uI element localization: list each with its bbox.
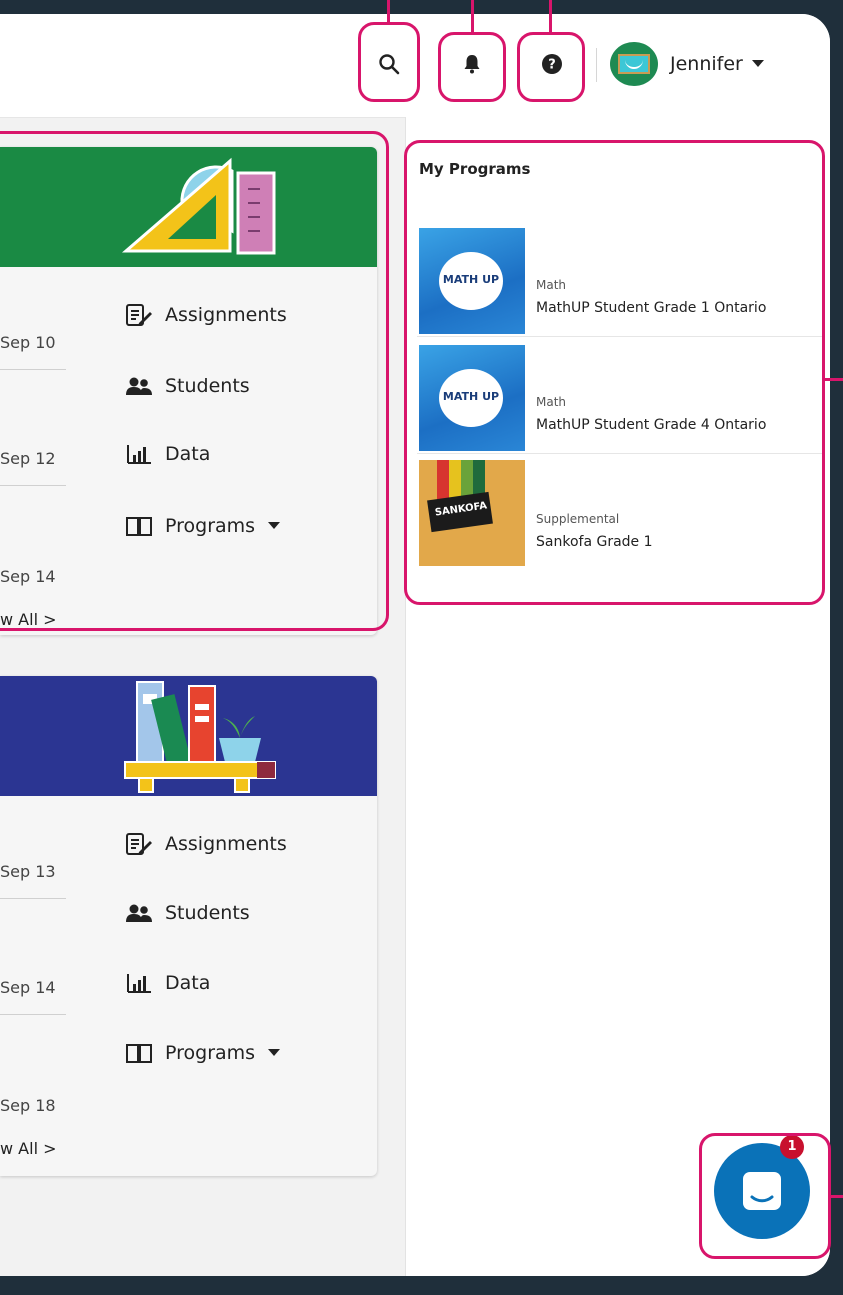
class-card: Sep 13 Sep 14 Sep 18 w All > Assignments… — [0, 676, 377, 1176]
my-programs-title: My Programs — [419, 160, 531, 178]
callout-line — [830, 1195, 843, 1198]
program-item[interactable]: SANKOFA Supplemental Sankofa Grade 1 — [417, 460, 822, 568]
callout-line — [387, 0, 390, 22]
callout-line — [549, 0, 552, 34]
nav-data-label: Data — [165, 972, 211, 994]
mathup-logo-text: MATH UP — [442, 273, 500, 286]
program-item[interactable]: MATH UP Math MathUP Student Grade 4 Onta… — [417, 345, 822, 454]
nav-students[interactable]: Students — [125, 902, 250, 924]
user-name: Jennifer — [670, 53, 743, 75]
help-button[interactable]: ? — [521, 36, 583, 92]
nav-students-label: Students — [165, 375, 250, 397]
program-category: Math — [536, 278, 567, 292]
due-date: Sep 14 — [0, 978, 66, 1015]
nav-data[interactable]: Data — [125, 443, 210, 465]
callout-line — [824, 378, 843, 381]
bell-icon — [464, 55, 480, 74]
top-bar: ? Jennifer — [0, 14, 830, 118]
nav-programs-label: Programs — [165, 515, 256, 537]
program-item[interactable]: MATH UP Math MathUP Student Grade 1 Onta… — [417, 228, 822, 337]
chat-icon — [743, 1172, 781, 1210]
chevron-down-icon — [268, 522, 281, 529]
nav-assignments-label: Assignments — [165, 833, 287, 855]
book-icon — [126, 1044, 152, 1063]
assignment-icon — [126, 833, 152, 855]
due-date: Sep 18 — [0, 1096, 56, 1115]
bookshelf-illustration — [124, 681, 276, 793]
app-window: ? Jennifer Sep 10 Sep 12 Sep 14 w All > … — [0, 14, 830, 1276]
avatar — [610, 42, 658, 86]
chat-badge: 1 — [780, 1135, 804, 1159]
search-button[interactable] — [362, 36, 416, 92]
search-icon — [379, 54, 400, 75]
nav-students[interactable]: Students — [125, 375, 250, 397]
chevron-down-icon — [751, 60, 764, 67]
nav-students-label: Students — [165, 902, 250, 924]
nav-assignments[interactable]: Assignments — [125, 303, 287, 327]
program-category: Supplemental — [536, 512, 620, 526]
view-all-link[interactable]: w All > — [0, 610, 57, 629]
nav-programs[interactable]: Programs — [125, 1042, 281, 1064]
program-name: MathUP Student Grade 4 Ontario — [536, 417, 767, 433]
mathup-logo-text: MATH UP — [442, 390, 500, 403]
due-date: Sep 14 — [0, 567, 56, 586]
due-date: Sep 13 — [0, 862, 66, 899]
view-all-link[interactable]: w All > — [0, 1139, 57, 1158]
card-header — [0, 676, 377, 796]
help-icon: ? — [542, 54, 562, 74]
program-category: Math — [536, 395, 567, 409]
due-date: Sep 10 — [0, 333, 66, 370]
card-header — [0, 147, 377, 267]
nav-assignments[interactable]: Assignments — [125, 832, 287, 856]
nav-programs-label: Programs — [165, 1042, 256, 1064]
book-icon — [126, 517, 152, 536]
svg-text:?: ? — [548, 58, 556, 73]
bar-chart-icon — [127, 974, 151, 993]
nav-assignments-label: Assignments — [165, 304, 287, 326]
user-menu[interactable]: Jennifer — [610, 42, 765, 86]
program-name: Sankofa Grade 1 — [536, 534, 653, 550]
geometry-tools-illustration — [121, 157, 276, 255]
notifications-button[interactable] — [441, 36, 503, 92]
students-icon — [126, 377, 152, 395]
topbar-divider — [596, 48, 597, 82]
callout-line — [471, 0, 474, 34]
assignment-icon — [126, 304, 152, 326]
mathup-logo: MATH UP — [419, 228, 525, 334]
class-card: Sep 10 Sep 12 Sep 14 w All > Assignments… — [0, 147, 377, 635]
mathup-logo: MATH UP — [419, 345, 525, 451]
sankofa-logo: SANKOFA — [419, 460, 525, 566]
nav-programs[interactable]: Programs — [125, 515, 281, 537]
bar-chart-icon — [127, 445, 151, 464]
due-date: Sep 12 — [0, 449, 66, 486]
program-name: MathUP Student Grade 1 Ontario — [536, 300, 767, 316]
students-icon — [126, 904, 152, 922]
nav-data[interactable]: Data — [125, 972, 210, 994]
chevron-down-icon — [268, 1049, 281, 1056]
nav-data-label: Data — [165, 443, 211, 465]
